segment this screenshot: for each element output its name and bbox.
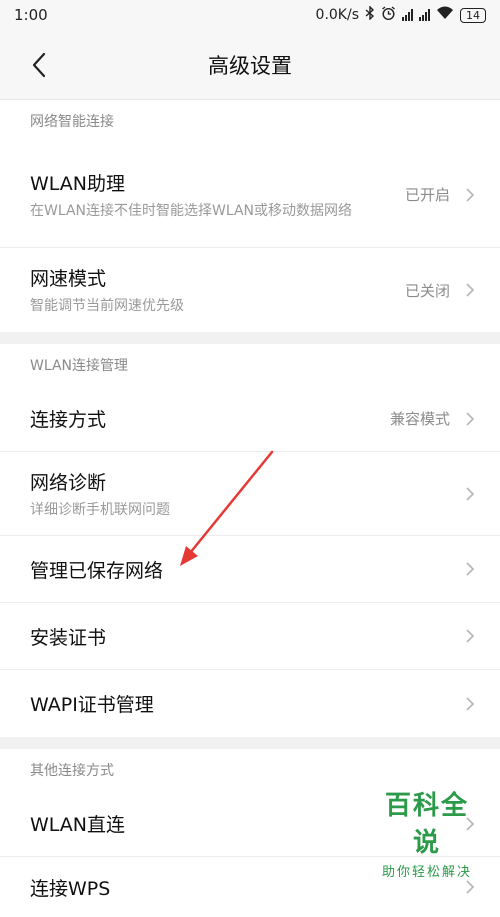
row-title: WLAN直连: [30, 814, 126, 836]
connection-method-row[interactable]: 连接方式 兼容模式: [0, 386, 500, 452]
watermark-subtitle: 助你轻松解决: [381, 865, 472, 880]
signal-icon-2: [419, 9, 430, 21]
row-subtitle: 在WLAN连接不佳时智能选择WLAN或移动数据网络: [30, 202, 353, 219]
speed-mode-row[interactable]: 网速模式 智能调节当前网速优先级 已关闭: [0, 248, 500, 332]
status-icons: 0.0K/s 14: [315, 5, 486, 25]
chevron-right-icon: [466, 411, 475, 426]
wifi-icon: [436, 6, 454, 24]
watermark-logo: 百科全说 助你轻松解决: [372, 785, 482, 880]
bluetooth-icon: [365, 5, 375, 24]
manage-saved-networks-row[interactable]: 管理已保存网络: [0, 536, 500, 603]
section-network-smart-connect: 网络智能连接 WLAN助理 在WLAN连接不佳时智能选择WLAN或移动数据网络 …: [0, 100, 500, 332]
chevron-right-icon: [466, 880, 475, 894]
network-diagnosis-row[interactable]: 网络诊断 详细诊断手机联网问题: [0, 452, 500, 536]
row-title: 连接WPS: [30, 877, 111, 900]
chevron-right-icon: [466, 187, 475, 202]
chevron-right-icon: [466, 562, 475, 576]
section-label: WLAN连接管理: [0, 344, 500, 386]
section-wlan-connection-management: WLAN连接管理 连接方式 兼容模式 网络诊断 详细诊断手机联网问题 管理已保存…: [0, 344, 500, 737]
network-speed: 0.0K/s: [315, 7, 359, 23]
signal-icon: [402, 9, 413, 21]
row-value: 兼容模式: [389, 410, 450, 428]
row-title: WLAN助理: [30, 172, 126, 195]
chevron-right-icon: [466, 696, 475, 711]
battery-indicator: 14: [460, 7, 486, 23]
status-bar: 1:00 0.0K/s 14: [0, 0, 500, 30]
chevron-right-icon: [466, 486, 475, 501]
row-value: 已开启: [404, 186, 450, 204]
chevron-right-icon: [466, 283, 475, 297]
section-divider: [0, 737, 500, 749]
row-subtitle: 详细诊断手机联网问题: [30, 501, 170, 518]
row-value: 已关闭: [404, 281, 450, 300]
wapi-certificate-row[interactable]: WAPI证书管理: [0, 670, 500, 737]
status-time: 1:00: [14, 6, 48, 24]
page-title: 高级设置: [208, 53, 292, 78]
row-subtitle: 智能调节当前网速优先级: [30, 298, 184, 314]
row-title: 连接方式: [30, 409, 107, 431]
row-title: 管理已保存网络: [30, 559, 164, 582]
chevron-right-icon: [466, 629, 475, 643]
section-divider: [0, 332, 500, 344]
section-label: 网络智能连接: [0, 100, 500, 142]
alarm-icon: [381, 5, 396, 25]
wlan-assistant-row[interactable]: WLAN助理 在WLAN连接不佳时智能选择WLAN或移动数据网络 已开启: [0, 142, 500, 248]
row-title: WAPI证书管理: [30, 694, 154, 716]
watermark-title: 百科全说: [384, 791, 469, 858]
row-title: 安装证书: [30, 626, 107, 649]
row-title: 网速模式: [30, 268, 107, 290]
install-certificate-row[interactable]: 安装证书: [0, 603, 500, 670]
header: 高级设置: [0, 30, 500, 100]
row-title: 网络诊断: [30, 471, 107, 494]
